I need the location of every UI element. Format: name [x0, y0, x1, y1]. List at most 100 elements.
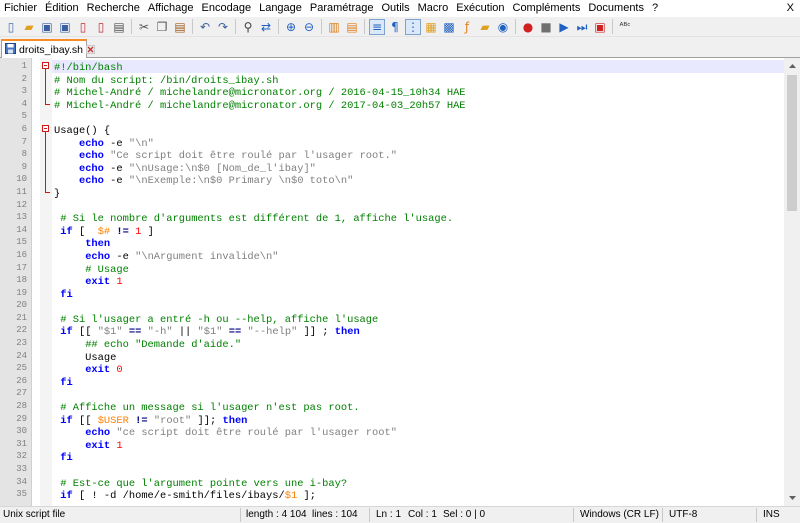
vertical-scrollbar[interactable]	[784, 58, 800, 506]
zoom-out-button[interactable]: ⊖	[301, 19, 317, 35]
spell-check-button[interactable]: ᴬᴮᶜ	[617, 19, 633, 35]
redo-button[interactable]: ↷	[215, 19, 231, 35]
menu-item[interactable]: Affichage	[144, 0, 198, 17]
play-multiple-button[interactable]: ⏭	[574, 19, 590, 35]
code-line[interactable]: 7 echo -e "\n"	[0, 135, 784, 150]
code-line[interactable]: 31 exit 1	[0, 438, 784, 452]
cut-button[interactable]: ✂	[136, 19, 152, 35]
replace-button[interactable]: ⇄	[258, 19, 274, 35]
code-line[interactable]: 14 if [ $# != 1 ]	[0, 224, 784, 238]
zoom-in-button[interactable]: ⊕	[283, 19, 299, 35]
code-line[interactable]: 12	[0, 199, 784, 212]
save-all-button[interactable]: ▣	[57, 19, 73, 35]
code-line[interactable]: 6 Usage() {	[0, 123, 784, 137]
menu-item[interactable]: Paramétrage	[306, 0, 378, 17]
tab-close-icon[interactable]	[86, 45, 96, 55]
scroll-down-arrow-icon[interactable]	[784, 490, 800, 506]
document-map-button[interactable]: ▩	[441, 19, 457, 35]
folder-workspace-icon: ▰	[480, 19, 490, 34]
code-line[interactable]: 20	[0, 299, 784, 312]
paste-button[interactable]: ▤	[172, 19, 188, 35]
new-file-button[interactable]: ▯	[3, 19, 19, 35]
code-line[interactable]: 33	[0, 463, 784, 476]
code-line[interactable]: 8 echo "Ce script doit être roulé par l'…	[0, 148, 784, 162]
code-line[interactable]: 11}	[0, 185, 784, 200]
word-wrap-button[interactable]: ≡	[369, 18, 385, 35]
status-divider	[573, 508, 574, 522]
sync-vertical-button[interactable]: ▥	[326, 19, 342, 35]
status-ln: Ln : 1	[376, 509, 402, 520]
code-line[interactable]: 3 # Michel-André / michelandre@micronator…	[0, 85, 784, 99]
code-line[interactable]: 24 Usage	[0, 350, 784, 364]
menu-item[interactable]: Compléments	[509, 0, 585, 17]
fold-toggle-icon[interactable]	[41, 123, 51, 136]
code-line[interactable]: 9 echo -e "\nUsage:\n$0 [Nom_de_l'ibay]"	[0, 160, 784, 175]
copy-button[interactable]: ❐	[154, 19, 170, 35]
status-mode[interactable]: INS	[763, 507, 780, 523]
stop-record-button[interactable]: ■	[538, 19, 554, 35]
code-line[interactable]: 15 then	[0, 236, 784, 250]
code-line[interactable]: 5	[0, 110, 784, 123]
function-list-button[interactable]: ƒ	[459, 19, 475, 35]
menu-item[interactable]: Outils	[378, 0, 414, 17]
menu-item[interactable]: Exécution	[452, 0, 508, 17]
scroll-up-arrow-icon[interactable]	[784, 58, 800, 74]
code-line[interactable]: 26 fi	[0, 375, 784, 389]
scrollbar-thumb[interactable]	[787, 75, 797, 211]
code-line[interactable]: 35 if [ ! -d /home/e-smith/files/ibays/$…	[0, 488, 784, 502]
open-file-button[interactable]: ▰	[21, 19, 37, 35]
folder-workspace-button[interactable]: ▰	[477, 19, 493, 35]
user-language-button[interactable]: ▦	[423, 19, 439, 35]
code-line[interactable]: 23 ## echo "Demande d'aide."	[0, 337, 784, 351]
code-line[interactable]: 29 if [[ $USER != "root" ]]; then	[0, 413, 784, 427]
code-area	[52, 387, 784, 400]
code-line[interactable]: 13 # Si le nombre d'arguments est différ…	[0, 211, 784, 225]
menu-item[interactable]: ?	[648, 0, 662, 17]
editor-area[interactable]: 1 #!/bin/bash 2 # Nom du script: /bin/droit…	[0, 58, 800, 506]
close-window-button[interactable]: X	[787, 0, 794, 17]
status-eol[interactable]: Windows (CR LF)	[580, 507, 659, 523]
code-line[interactable]: 22 if [[ "$1" == "-h" || "$1" == "--help…	[0, 324, 784, 338]
menu-item[interactable]: Documents	[584, 0, 648, 17]
menu-item[interactable]: Encodage	[198, 0, 256, 17]
close-file-button[interactable]: ▯	[75, 19, 91, 35]
close-all-button[interactable]: ▯	[93, 19, 109, 35]
play-macro-icon: ▶	[559, 19, 569, 34]
save-button[interactable]: ▣	[39, 19, 55, 35]
menu-item[interactable]: Recherche	[83, 0, 144, 17]
code-line[interactable]: 32 fi	[0, 450, 784, 464]
sync-horizontal-button[interactable]: ▤	[344, 19, 360, 35]
code-line[interactable]: 30 echo "ce script doit être roulé par l…	[0, 425, 784, 439]
find-button[interactable]: ⚲	[240, 19, 256, 35]
menu-item[interactable]: Édition	[41, 0, 83, 17]
code-line[interactable]: 28 # Affiche un message si l'usager n'es…	[0, 400, 784, 414]
save-macro-button[interactable]: ▣	[592, 19, 608, 35]
code-line[interactable]: 34 # Est-ce que l'argument pointe vers u…	[0, 476, 784, 490]
menu-item[interactable]: Macro	[414, 0, 453, 17]
status-encoding[interactable]: UTF-8	[669, 507, 697, 523]
code-line[interactable]: 18 exit 1	[0, 274, 784, 288]
record-macro-button[interactable]: ●	[520, 19, 536, 35]
code-line[interactable]: 17 # Usage	[0, 262, 784, 276]
menu-item[interactable]: Fichier	[0, 0, 41, 17]
code-line[interactable]: 21 # Si l'usager a entré -h ou --help, a…	[0, 312, 784, 326]
toolbar-separator	[612, 19, 613, 34]
code-line[interactable]: 2 # Nom du script: /bin/droits_ibay.sh	[0, 72, 784, 87]
code-line[interactable]: 1 #!/bin/bash	[0, 60, 784, 74]
show-all-chars-button[interactable]: ¶	[387, 19, 403, 35]
play-macro-button[interactable]: ▶	[556, 19, 572, 35]
print-button[interactable]: ▤	[111, 19, 127, 35]
tab-droits-ibay[interactable]: droits_ibay.sh	[1, 39, 96, 58]
monitoring-button[interactable]: ◉	[495, 19, 511, 35]
code-line[interactable]: 25 exit 0	[0, 362, 784, 376]
code-line[interactable]: 4 # Michel-André / michelandre@micronator…	[0, 97, 784, 112]
code-line[interactable]: 16 echo -e "\nArgument invalide\n"	[0, 249, 784, 263]
code-area: # Si l'usager a entré -h ou --help, affi…	[52, 312, 784, 326]
menu-item[interactable]: Langage	[255, 0, 306, 17]
code-line[interactable]: 19 fi	[0, 287, 784, 301]
fold-toggle-icon[interactable]	[41, 60, 51, 73]
indent-guide-button[interactable]: ⋮	[405, 18, 421, 35]
code-line[interactable]: 10 echo -e "\nExemple:\n$0 Primary \n$0 …	[0, 173, 784, 187]
undo-button[interactable]: ↶	[197, 19, 213, 35]
code-line[interactable]: 27	[0, 387, 784, 400]
